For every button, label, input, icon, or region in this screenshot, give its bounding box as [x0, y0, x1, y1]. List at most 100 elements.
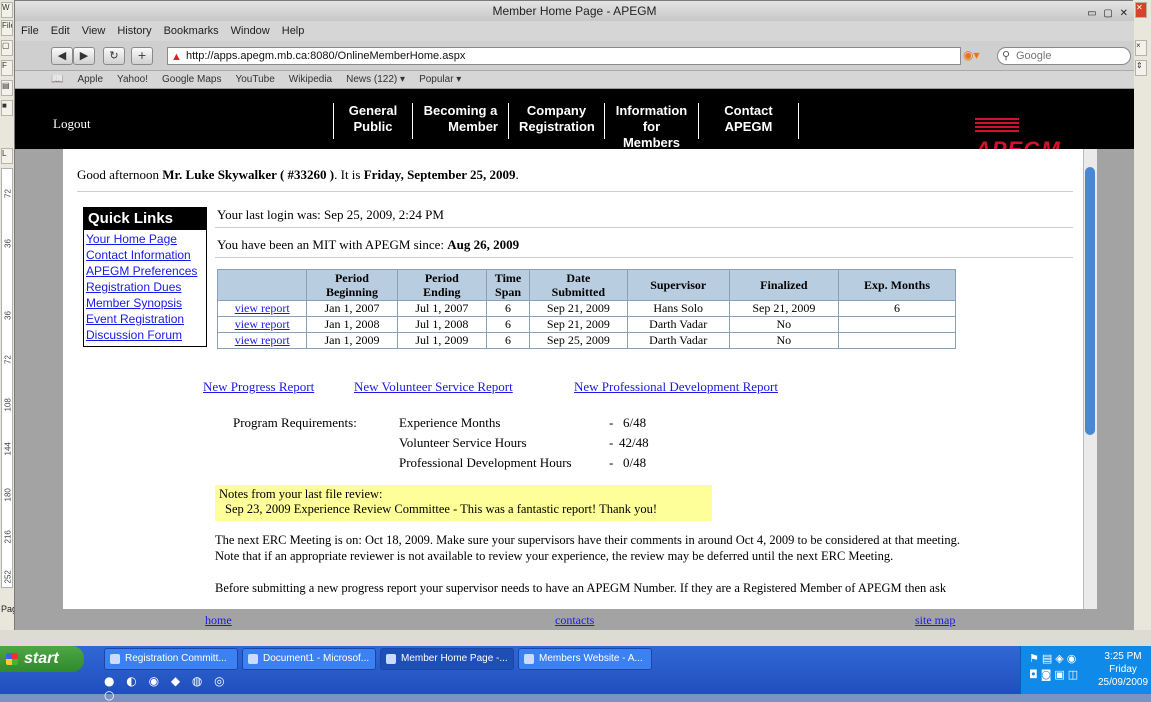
apegm-logo[interactable]: APEGM — [975, 111, 1105, 162]
menu-window[interactable]: Window — [225, 21, 276, 41]
nav-line: Registration — [519, 119, 595, 134]
requirement-dash: - — [609, 415, 614, 430]
last-login: Your last login was: Sep 25, 2009, 2:24 … — [217, 207, 444, 222]
mit-since-date: Aug 26, 2009 — [447, 237, 520, 252]
menu-help[interactable]: Help — [276, 21, 311, 41]
start-button[interactable]: start — [0, 646, 84, 672]
nav-becoming-member[interactable]: Becoming a Member — [413, 103, 509, 139]
logo-stripes — [975, 118, 1019, 133]
address-bar[interactable]: ▲ http://apps.apegm.mb.ca:8080/OnlineMem… — [167, 47, 961, 65]
greeting: Good afternoon Mr. Luke Skywalker ( #332… — [77, 167, 519, 183]
task-member-home-page[interactable]: Member Home Page -... — [380, 648, 514, 670]
bookmark-google-maps[interactable]: Google Maps — [155, 71, 228, 88]
save-icon[interactable]: ■ — [1, 100, 13, 116]
column-header: Period Beginning — [306, 269, 398, 301]
vertical-ruler: 72 36 36 72 108 144 180 216 252 — [1, 168, 13, 588]
quick-link-home-page[interactable]: Your Home Page — [86, 232, 177, 246]
column-header: Supervisor — [626, 269, 730, 301]
view-report-text[interactable]: view report — [235, 317, 290, 331]
task-label: Members Website - A... — [539, 653, 643, 664]
requirement-value: 0/48 — [623, 455, 647, 470]
window-title: Member Home Page - APEGM — [492, 4, 657, 18]
mit-since: You have been an MIT with APEGM since: A… — [217, 237, 519, 253]
cell-finalized: No — [728, 332, 840, 349]
menu-view[interactable]: View — [76, 21, 112, 41]
cell-supervisor: Darth Vadar — [626, 332, 730, 349]
nav-line: General — [348, 103, 398, 118]
format-icon[interactable]: F — [1, 60, 13, 76]
quick-link-contact-information[interactable]: Contact Information — [86, 248, 191, 262]
resize-icon[interactable]: ⇕ — [1135, 60, 1147, 76]
quick-link-discussion-forum[interactable]: Discussion Forum — [86, 328, 182, 342]
taskbar-clock[interactable]: 3:25 PM Friday 25/09/2009 — [1096, 650, 1150, 689]
nav-contact-apegm[interactable]: Contact APEGM — [699, 103, 799, 139]
view-report-link[interactable]: view report — [216, 316, 308, 333]
browser-window: Member Home Page - APEGM ▭ ▢ ✕ File Edit V… — [14, 0, 1134, 631]
column-header-action — [216, 269, 308, 301]
requirements-label: Program Requirements: — [233, 415, 357, 430]
window-titlebar[interactable]: Member Home Page - APEGM ▭ ▢ ✕ — [15, 1, 1134, 21]
forward-button[interactable]: ▶ — [73, 47, 95, 65]
nav-company-registration[interactable]: Company Registration — [509, 103, 605, 139]
back-button[interactable]: ◀ — [51, 47, 73, 65]
new-document-icon[interactable]: ▢ — [1, 40, 13, 56]
bookmark-wikipedia[interactable]: Wikipedia — [282, 71, 339, 88]
reload-button[interactable]: ↻ — [103, 47, 125, 65]
bookmark-youtube[interactable]: YouTube — [228, 71, 281, 88]
quick-link-registration-dues[interactable]: Registration Dues — [86, 280, 181, 294]
word-file-menu[interactable]: File — [1, 20, 13, 36]
close-icon[interactable]: ✕ — [1135, 2, 1147, 18]
tray-icons-row2[interactable]: ◘◙▣◫ — [1029, 668, 1081, 681]
menu-file[interactable]: File — [15, 21, 45, 41]
logout-link[interactable]: Logout — [53, 116, 91, 132]
view-report-text[interactable]: view report — [235, 333, 290, 347]
bookmark-news[interactable]: News (122) ▾ — [339, 71, 412, 88]
requirement-dash: - — [609, 435, 614, 450]
bookmark-yahoo[interactable]: Yahoo! — [110, 71, 155, 88]
close-document-icon[interactable]: × — [1135, 40, 1147, 56]
menu-bookmarks[interactable]: Bookmarks — [158, 21, 225, 41]
ruler-number: 72 — [3, 355, 13, 364]
reports-table: Period Beginning Period Ending Time Span Da… — [216, 269, 956, 349]
quick-link-member-synopsis[interactable]: Member Synopsis — [86, 296, 182, 310]
task-document1[interactable]: Document1 - Microsof... — [242, 648, 376, 670]
new-volunteer-report-link[interactable]: New Volunteer Service Report — [354, 379, 513, 395]
nav-line: APEGM — [724, 119, 773, 134]
footer-contacts-link[interactable]: contacts — [555, 613, 594, 628]
word-icon[interactable]: W — [1, 2, 13, 18]
footer-sitemap-link[interactable]: site map — [915, 613, 955, 628]
quick-link-event-registration[interactable]: Event Registration — [86, 312, 184, 326]
bookmarks-book-icon[interactable]: 📖 — [15, 71, 70, 88]
new-professional-report-link[interactable]: New Professional Development Report — [574, 379, 778, 395]
ruler-number: 252 — [3, 570, 13, 584]
nav-general-public[interactable]: General Public — [333, 103, 413, 139]
menu-edit[interactable]: Edit — [45, 21, 76, 41]
quick-launch-icons[interactable]: ● ◐ ◉ ◆ ◍ ◎ ○ — [104, 674, 244, 702]
browser-icon — [524, 654, 534, 664]
bookmark-apple[interactable]: Apple — [70, 71, 110, 88]
ruler-toggle-icon[interactable]: L — [1, 148, 13, 164]
rss-icon[interactable]: ◉▾ — [963, 48, 987, 64]
tray-icons[interactable]: ⚑▤◈◉ — [1029, 652, 1079, 665]
new-progress-report-link[interactable]: New Progress Report — [203, 379, 314, 395]
view-report-link[interactable]: view report — [216, 300, 308, 317]
footer-home-link[interactable]: home — [205, 613, 232, 628]
new-tab-button[interactable]: + — [131, 47, 153, 65]
search-input[interactable]: ⚲ Google — [997, 47, 1131, 65]
task-members-website[interactable]: Members Website - A... — [518, 648, 652, 670]
ruler-number: 108 — [3, 398, 13, 412]
view-report-text[interactable]: view report — [235, 301, 290, 315]
view-report-link[interactable]: view report — [216, 332, 308, 349]
quick-link-preferences[interactable]: APEGM Preferences — [86, 264, 197, 278]
nav-information-members[interactable]: Information for Members — [605, 103, 699, 150]
bookmark-popular[interactable]: Popular ▾ — [412, 71, 468, 88]
table-row: view report Jan 1, 2008 Jul 1, 2008 6 Se… — [216, 316, 956, 333]
cell-end: Jul 1, 2008 — [396, 316, 488, 333]
print-icon[interactable]: ▤ — [1, 80, 13, 96]
menu-history[interactable]: History — [111, 21, 157, 41]
scrollbar-thumb[interactable] — [1085, 167, 1095, 435]
ruler-number: 36 — [3, 239, 13, 248]
ruler-number: 180 — [3, 488, 13, 502]
divider — [77, 191, 1073, 192]
task-registration-committee[interactable]: Registration Committ... — [104, 648, 238, 670]
